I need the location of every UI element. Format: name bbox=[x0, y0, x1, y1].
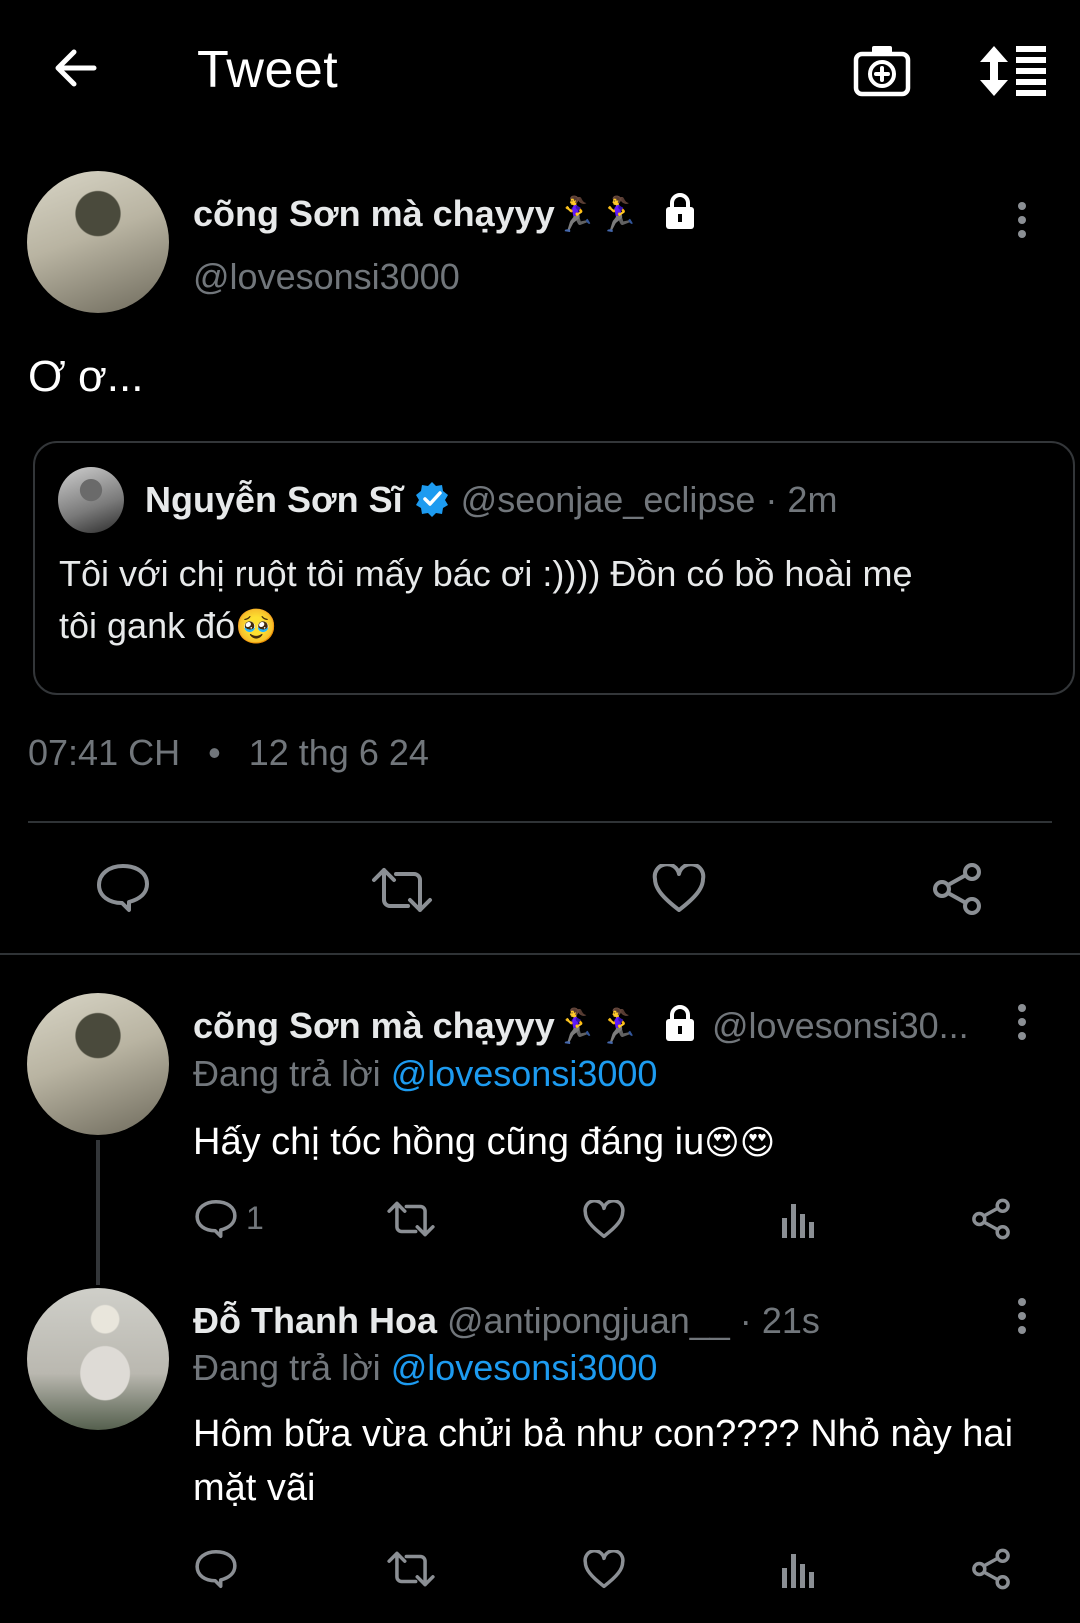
lock-icon bbox=[662, 1004, 698, 1042]
reply-icon bbox=[97, 864, 149, 912]
quoted-text-emoji: 🥹 bbox=[235, 608, 278, 646]
timestamp-dot: • bbox=[208, 732, 221, 773]
more-options-icon[interactable] bbox=[1010, 1296, 1034, 1336]
heart-icon bbox=[583, 1200, 625, 1239]
back-arrow-icon bbox=[55, 49, 97, 87]
reply-button[interactable] bbox=[194, 1548, 238, 1590]
reply-text-line2: mặt vãi bbox=[193, 1467, 316, 1509]
reply-time: 21s bbox=[761, 1300, 820, 1341]
retweet-icon bbox=[387, 1551, 435, 1587]
reply-icon bbox=[195, 1549, 237, 1589]
quoted-separator: · bbox=[765, 479, 778, 520]
analytics-icon bbox=[782, 1554, 814, 1588]
avatar[interactable] bbox=[27, 171, 169, 313]
retweet-icon bbox=[372, 868, 432, 912]
verified-badge-icon bbox=[415, 482, 448, 517]
quoted-text-line1: Tôi với chị ruột tôi mấy bác ơi :)))) Đồ… bbox=[59, 553, 913, 594]
reply-text: Hấy chị tóc hồng cũng đáng iu bbox=[193, 1121, 705, 1163]
quoted-time: 2m bbox=[787, 479, 838, 520]
like-button[interactable] bbox=[583, 1200, 625, 1240]
section-divider bbox=[0, 953, 1080, 955]
share-icon bbox=[933, 863, 981, 915]
reply-author-name[interactable]: cõng Sơn mà chạyyy bbox=[193, 1005, 555, 1046]
camera-add-icon bbox=[853, 46, 911, 97]
reply-avatar[interactable] bbox=[27, 1288, 169, 1430]
author-handle[interactable]: @lovesonsi3000 bbox=[193, 256, 460, 298]
retweet-button[interactable] bbox=[386, 1550, 436, 1588]
quoted-tweet[interactable]: Nguyễn Sơn Sĩ @seonjae_eclipse · 2m Tôi … bbox=[33, 441, 1075, 695]
quoted-text-line2: tôi gank đó bbox=[59, 605, 236, 646]
author-name[interactable]: cõng Sơn mà chạyyy🏃‍♀️🏃‍♀️ bbox=[193, 193, 639, 235]
more-options-icon[interactable] bbox=[1010, 1002, 1034, 1042]
sort-button[interactable] bbox=[980, 44, 1050, 98]
heart-icon bbox=[583, 1550, 625, 1589]
back-button[interactable] bbox=[50, 42, 102, 94]
replying-to-label: Đang trả lời bbox=[193, 1347, 381, 1388]
replying-to-label: Đang trả lời bbox=[193, 1053, 381, 1094]
thread-line bbox=[96, 1140, 100, 1285]
tweet-time: 07:41 CH bbox=[28, 732, 181, 773]
share-button[interactable] bbox=[970, 1548, 1012, 1590]
sort-list-icon bbox=[980, 46, 1046, 96]
page-title: Tweet bbox=[197, 41, 339, 99]
lock-icon bbox=[662, 192, 698, 230]
analytics-icon bbox=[782, 1204, 814, 1238]
reply-count: 1 bbox=[246, 1200, 264, 1236]
reply-button[interactable]: 1 bbox=[194, 1198, 284, 1242]
camera-button[interactable] bbox=[852, 42, 912, 100]
reply-avatar[interactable] bbox=[27, 993, 169, 1135]
share-icon bbox=[972, 1548, 1010, 1590]
replying-to-link[interactable]: @lovesonsi3000 bbox=[391, 1053, 658, 1094]
reply-author-name[interactable]: Đỗ Thanh Hoa bbox=[193, 1300, 437, 1341]
more-options-icon[interactable] bbox=[1010, 200, 1034, 240]
quoted-handle: @seonjae_eclipse bbox=[460, 479, 756, 520]
divider bbox=[28, 821, 1052, 823]
like-button[interactable] bbox=[652, 864, 706, 914]
retweet-button[interactable] bbox=[370, 866, 434, 914]
share-button[interactable] bbox=[970, 1198, 1012, 1240]
quoted-avatar bbox=[58, 467, 124, 533]
reply-text-line1: Hôm bữa vừa chửi bả như con???? Nhỏ này … bbox=[193, 1413, 1014, 1455]
reply-icon bbox=[195, 1199, 237, 1239]
views-button[interactable] bbox=[780, 1200, 816, 1240]
replying-to-link[interactable]: @lovesonsi3000 bbox=[391, 1347, 658, 1388]
reply-button[interactable] bbox=[95, 862, 151, 914]
reply-separator: · bbox=[739, 1300, 752, 1341]
share-icon bbox=[972, 1198, 1010, 1240]
retweet-button[interactable] bbox=[386, 1200, 436, 1238]
quoted-display-name: Nguyễn Sơn Sĩ bbox=[145, 479, 403, 520]
reply-author-emoji: 🏃‍♀️🏃‍♀️ bbox=[554, 1008, 640, 1046]
reply-text-emoji: 😍😍 bbox=[704, 1124, 776, 1162]
heart-icon bbox=[652, 864, 706, 912]
tweet-date: 12 thg 6 24 bbox=[248, 732, 429, 773]
share-button[interactable] bbox=[930, 862, 984, 916]
retweet-icon bbox=[387, 1201, 435, 1237]
like-button[interactable] bbox=[583, 1550, 625, 1590]
views-button[interactable] bbox=[780, 1550, 816, 1590]
tweet-text: Ơ ơ... bbox=[28, 352, 144, 401]
reply-author-handle[interactable]: @antipongjuan__ bbox=[447, 1300, 730, 1341]
author-display-name: cõng Sơn mà chạyyy bbox=[193, 193, 555, 234]
reply-author-handle[interactable]: @lovesonsi30... bbox=[712, 1005, 969, 1047]
author-name-emoji: 🏃‍♀️🏃‍♀️ bbox=[554, 196, 640, 234]
